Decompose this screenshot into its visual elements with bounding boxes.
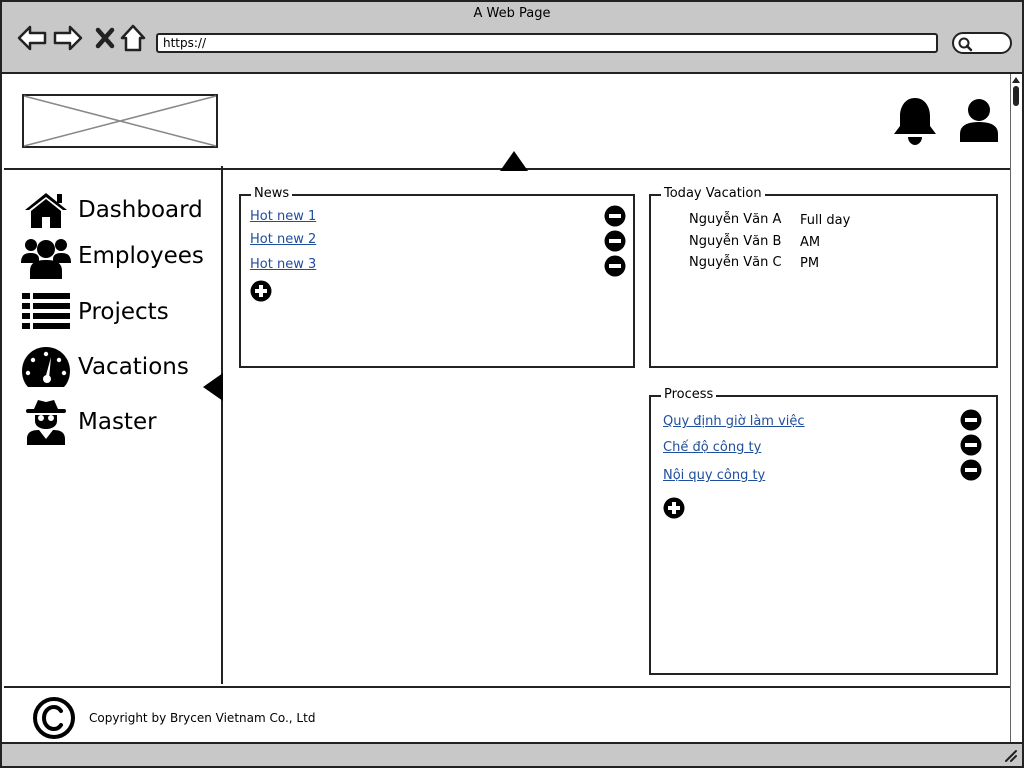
browser-chrome: A Web Page https:// — [2, 2, 1022, 74]
browser-window: A Web Page https:// Dashboard Employees … — [0, 0, 1024, 768]
add-process-icon[interactable] — [663, 497, 685, 519]
vacation-type: Full day — [800, 213, 851, 228]
process-panel: Process — [649, 387, 998, 675]
dashboard-gauge-icon — [20, 344, 72, 390]
sidebar-item-label: Master — [78, 409, 157, 435]
vertical-scrollbar[interactable] — [1010, 74, 1022, 742]
back-arrow-icon[interactable] — [16, 22, 48, 54]
copyright-text: Copyright by Brycen Vietnam Co., Ltd — [89, 711, 316, 725]
window-title: A Web Page — [473, 6, 551, 21]
remove-news-icon[interactable] — [604, 255, 626, 277]
sidebar-item-label: Projects — [78, 299, 169, 325]
remove-news-icon[interactable] — [604, 230, 626, 252]
sidebar-item-projects[interactable]: Projects — [20, 289, 169, 335]
home-nav-icon[interactable] — [117, 22, 149, 54]
sidebar-item-label: Dashboard — [78, 197, 203, 223]
collapse-left-icon[interactable] — [202, 372, 224, 402]
sidebar-item-label: Employees — [78, 243, 204, 269]
vacation-employee-name: Nguyễn Văn C — [689, 255, 782, 270]
vacation-type: PM — [800, 256, 820, 271]
search-button[interactable] — [952, 32, 1012, 54]
process-link[interactable]: Chế độ công ty — [663, 440, 761, 455]
bell-icon[interactable] — [890, 94, 940, 146]
forward-arrow-icon[interactable] — [52, 22, 84, 54]
scroll-up-icon[interactable] — [1012, 76, 1020, 84]
news-panel-title: News — [251, 186, 293, 201]
process-link[interactable]: Nội quy công ty — [663, 468, 765, 483]
copyright-icon — [33, 697, 75, 739]
process-panel-title: Process — [661, 387, 717, 402]
news-link[interactable]: Hot new 3 — [250, 257, 316, 272]
spy-icon — [20, 399, 72, 445]
process-link[interactable]: Quy định giờ làm việc — [663, 414, 805, 429]
sidebar-item-vacations[interactable]: Vacations — [20, 344, 189, 390]
logo-placeholder — [22, 94, 218, 148]
user-icon[interactable] — [958, 98, 1000, 142]
sidebar-divider — [221, 166, 223, 684]
vacation-type: AM — [800, 235, 821, 250]
sidebar-item-label: Vacations — [78, 354, 189, 380]
scrollbar-thumb[interactable] — [1013, 86, 1019, 106]
sidebar-item-master[interactable]: Master — [20, 399, 157, 445]
users-icon — [20, 233, 72, 279]
remove-news-icon[interactable] — [604, 205, 626, 227]
resize-grip-icon[interactable] — [1002, 747, 1018, 763]
status-bar — [2, 742, 1022, 766]
vacation-panel-title: Today Vacation — [661, 186, 765, 201]
sidebar-item-dashboard[interactable]: Dashboard — [20, 187, 203, 233]
add-news-icon[interactable] — [250, 280, 272, 302]
vacation-employee-name: Nguyễn Văn A — [689, 212, 782, 227]
remove-process-icon[interactable] — [960, 459, 982, 481]
url-input[interactable]: https:// — [156, 33, 938, 53]
remove-process-icon[interactable] — [960, 409, 982, 431]
news-link[interactable]: Hot new 1 — [250, 209, 316, 224]
news-link[interactable]: Hot new 2 — [250, 232, 316, 247]
list-icon — [20, 289, 72, 335]
footer-divider — [4, 686, 1010, 688]
remove-process-icon[interactable] — [960, 434, 982, 456]
search-icon — [958, 37, 973, 52]
home-icon — [20, 187, 72, 233]
sidebar-item-employees[interactable]: Employees — [20, 233, 204, 279]
vacation-employee-name: Nguyễn Văn B — [689, 234, 782, 249]
collapse-up-icon[interactable] — [499, 150, 529, 172]
